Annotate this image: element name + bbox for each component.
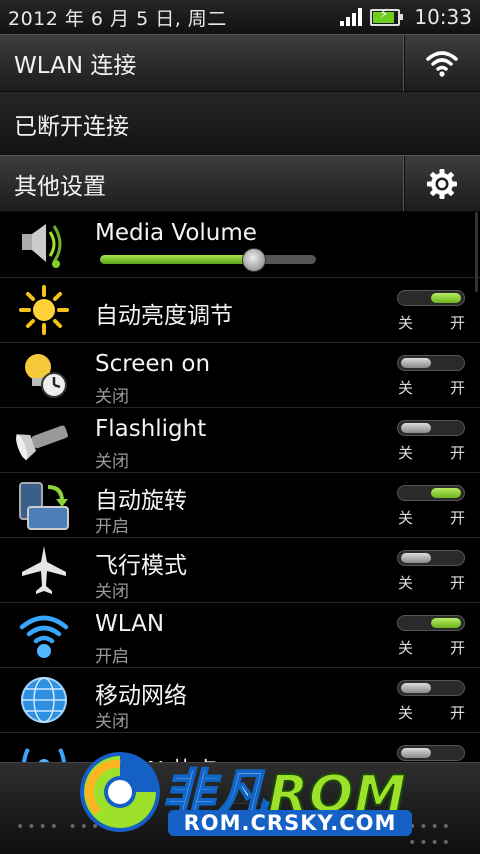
volume-thumb[interactable] bbox=[242, 248, 267, 272]
item-subtitle: 关闭 bbox=[95, 712, 129, 732]
rotate-icon bbox=[16, 479, 72, 531]
item-title: 自动旋转 bbox=[95, 488, 187, 514]
status-date: 2012 年 6 月 5 日, 周二 bbox=[8, 7, 227, 30]
toggle-on-label: 开 bbox=[450, 639, 466, 657]
wlan-status-label: 已断开连接 bbox=[14, 113, 129, 140]
scrollbar[interactable] bbox=[475, 212, 478, 292]
other-settings-label: 其他设置 bbox=[14, 173, 106, 200]
media-volume-slider[interactable] bbox=[100, 248, 316, 272]
toggle-off-label: 关 bbox=[398, 704, 414, 722]
flashlight-icon bbox=[16, 414, 72, 466]
status-time: 10:33 bbox=[414, 5, 472, 29]
item-subtitle: 开启 bbox=[95, 647, 129, 667]
wlan-settings-row[interactable]: WLAN 连接 bbox=[0, 34, 480, 92]
toggle-row-mobile-network[interactable]: 移动网络 关闭 关 开 bbox=[0, 668, 480, 733]
item-title: 自动亮度调节 bbox=[95, 303, 233, 329]
globe-icon bbox=[16, 674, 72, 726]
toggle-switch[interactable] bbox=[397, 680, 465, 696]
sun-icon bbox=[16, 284, 72, 336]
settings-list: Media Volume 自动亮度调节 关 开 Screen on 关闭 关 开… bbox=[0, 212, 480, 798]
item-subtitle: 关闭 bbox=[95, 387, 129, 407]
toggle-row-auto-brightness[interactable]: 自动亮度调节 关 开 bbox=[0, 278, 480, 343]
toggle-row-auto-rotate[interactable]: 自动旋转 开启 关 开 bbox=[0, 473, 480, 538]
signal-icon bbox=[340, 8, 363, 26]
toggle-off-label: 关 bbox=[398, 314, 414, 332]
toggle-switch[interactable] bbox=[397, 290, 465, 306]
toggle-switch[interactable] bbox=[397, 745, 465, 761]
toggle-off-label: 关 bbox=[398, 574, 414, 592]
wifi-icon bbox=[426, 51, 458, 77]
media-volume-row: Media Volume bbox=[0, 212, 480, 278]
toggle-on-label: 开 bbox=[450, 444, 466, 462]
toggle-off-label: 关 bbox=[398, 379, 414, 397]
wlan-settings-label: WLAN 连接 bbox=[14, 53, 137, 79]
wlan-icon bbox=[16, 609, 72, 661]
toggle-switch[interactable] bbox=[397, 550, 465, 566]
gear-icon bbox=[427, 168, 457, 199]
speaker-icon bbox=[16, 218, 72, 270]
toggle-row-airplane-mode[interactable]: 飞行模式 关闭 关 开 bbox=[0, 538, 480, 603]
item-title: Flashlight bbox=[95, 416, 207, 442]
toggle-switch[interactable] bbox=[397, 355, 465, 371]
toggle-off-label: 关 bbox=[398, 509, 414, 527]
airplane-icon bbox=[16, 544, 72, 596]
settings-button[interactable] bbox=[403, 156, 480, 211]
toggle-switch[interactable] bbox=[397, 420, 465, 436]
item-title: Screen on bbox=[95, 351, 211, 377]
media-volume-label: Media Volume bbox=[95, 220, 257, 246]
item-title: 飞行模式 bbox=[95, 553, 187, 579]
item-subtitle: 关闭 bbox=[95, 452, 129, 472]
item-title: 移动网络 bbox=[95, 683, 187, 709]
grip-dots-icon: •••• •••• bbox=[408, 819, 454, 851]
toggle-off-label: 关 bbox=[398, 444, 414, 462]
other-settings-row[interactable]: 其他设置 bbox=[0, 155, 480, 212]
toggle-on-label: 开 bbox=[450, 314, 466, 332]
toggle-on-label: 开 bbox=[450, 379, 466, 397]
toggle-on-label: 开 bbox=[450, 509, 466, 527]
toggle-on-label: 开 bbox=[450, 704, 466, 722]
volume-fill bbox=[100, 255, 254, 264]
toggle-switch[interactable] bbox=[397, 485, 465, 501]
item-subtitle: 开启 bbox=[95, 517, 129, 537]
toggle-switch[interactable] bbox=[397, 615, 465, 631]
wifi-settings-button[interactable] bbox=[403, 35, 480, 91]
item-title: WLAN bbox=[95, 611, 165, 637]
status-bar: 2012 年 6 月 5 日, 周二 ⚡ 10:33 bbox=[0, 0, 480, 34]
bulb-clock-icon bbox=[16, 349, 72, 401]
battery-icon: ⚡ bbox=[370, 7, 404, 26]
item-subtitle: 关闭 bbox=[95, 582, 129, 602]
toggle-row-wlan[interactable]: WLAN 开启 关 开 bbox=[0, 603, 480, 668]
watermark-logo-icon bbox=[80, 752, 160, 832]
toggle-on-label: 开 bbox=[450, 574, 466, 592]
toggle-row-flashlight[interactable]: Flashlight 关闭 关 开 bbox=[0, 408, 480, 473]
wlan-status-row[interactable]: 已断开连接 bbox=[0, 92, 480, 156]
toggle-off-label: 关 bbox=[398, 639, 414, 657]
watermark-site: ROM.CRSKY.COM bbox=[168, 810, 412, 836]
toggle-row-screen-on[interactable]: Screen on 关闭 关 开 bbox=[0, 343, 480, 408]
